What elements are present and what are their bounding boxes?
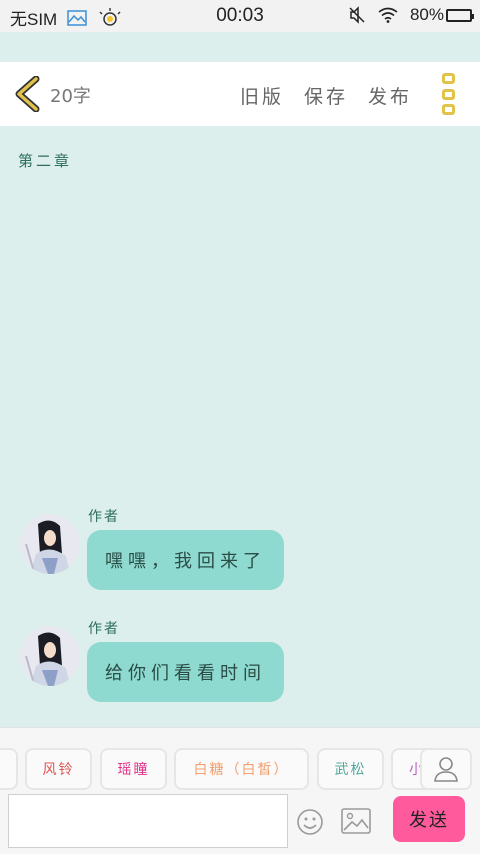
- emoji-icon[interactable]: [296, 808, 324, 836]
- author-avatar[interactable]: [20, 626, 80, 686]
- back-icon[interactable]: [12, 76, 44, 112]
- battery-icon: [446, 8, 474, 22]
- composer-panel: 风铃 瑶瞳 白糖（白皙） 武松 小 发送: [0, 727, 480, 854]
- old-version-button[interactable]: 旧版: [240, 82, 284, 109]
- message-author: 作者: [88, 509, 120, 525]
- role-chip-label: 瑶瞳: [117, 762, 150, 778]
- role-chip-label: 白糖（白皙）: [193, 762, 290, 778]
- role-selector: 风铃 瑶瞳 白糖（白皙） 武松 小: [0, 748, 480, 790]
- editor-toolbar: 20字 旧版 保存 发布: [0, 62, 480, 126]
- battery-percent: 80%: [409, 5, 444, 24]
- role-chip-label: 武松: [334, 762, 367, 778]
- message-input[interactable]: [8, 794, 288, 848]
- chapter-title: 第二章: [18, 152, 73, 170]
- role-chip[interactable]: 风铃: [25, 748, 92, 790]
- role-chip[interactable]: [0, 748, 18, 790]
- message-bubble[interactable]: 嘿嘿，我回来了: [87, 530, 284, 590]
- more-menu-icon[interactable]: [442, 73, 458, 115]
- role-chip[interactable]: 瑶瞳: [100, 748, 167, 790]
- send-button[interactable]: 发送: [393, 796, 465, 842]
- publish-button[interactable]: 发布: [368, 82, 412, 109]
- status-bar: 无SIM 00:03 80%: [0, 0, 480, 32]
- mute-icon: [349, 6, 365, 24]
- toolbar-actions: 旧版 保存 发布: [240, 82, 412, 109]
- image-icon[interactable]: [341, 808, 371, 834]
- save-button[interactable]: 保存: [304, 82, 348, 109]
- wifi-icon: [378, 7, 398, 23]
- author-avatar[interactable]: [20, 514, 80, 574]
- contacts-button[interactable]: [420, 748, 472, 790]
- person-icon: [434, 757, 458, 782]
- role-chip[interactable]: 武松: [317, 748, 384, 790]
- header-spacer: [0, 32, 480, 62]
- message-bubble[interactable]: 给你们看看时间: [87, 642, 284, 702]
- message-author: 作者: [88, 621, 120, 637]
- role-chip[interactable]: 白糖（白皙）: [174, 748, 309, 790]
- role-chip-label: 风铃: [42, 762, 75, 778]
- word-count: 20字: [50, 86, 91, 107]
